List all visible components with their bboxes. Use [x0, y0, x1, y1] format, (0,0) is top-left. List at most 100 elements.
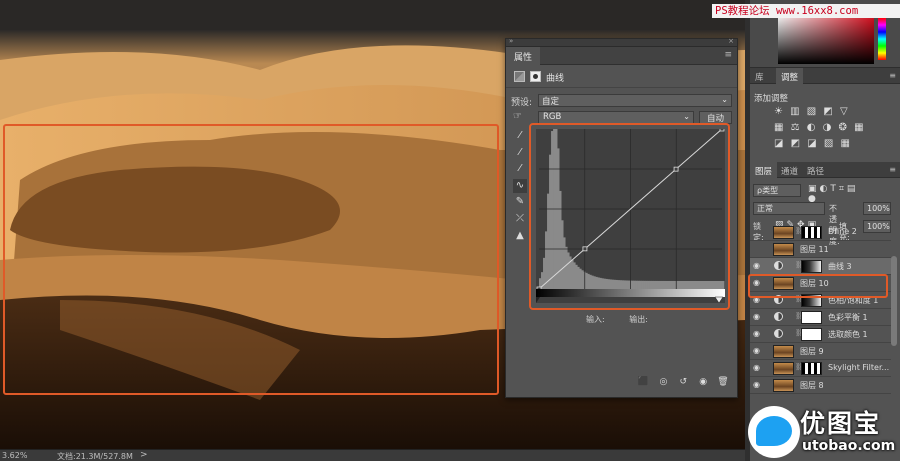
layer-mask-thumbnail[interactable]: [801, 328, 822, 341]
selected-layer-highlight-frame: [748, 274, 888, 298]
panel-menu-icon[interactable]: ≡: [889, 71, 896, 80]
reset-icon[interactable]: ↺: [676, 377, 691, 389]
layer-thumbnail: [773, 345, 794, 358]
adjustment-layer-icon: [774, 329, 783, 338]
opacity-field[interactable]: 100%: [863, 202, 891, 215]
canvas-highlight-frame: [3, 124, 499, 395]
color-picker-field[interactable]: [778, 14, 874, 64]
delete-icon[interactable]: 🗑: [716, 377, 731, 389]
layer-name: 选取颜色 1: [828, 330, 868, 339]
visibility-eye-icon[interactable]: ◉: [753, 363, 760, 372]
layer-mask-icon[interactable]: [530, 71, 541, 82]
layer-row[interactable]: ◉ ⛓ Skylight Filter...: [750, 360, 891, 377]
curve-control-point[interactable]: [673, 166, 679, 172]
tab-layers[interactable]: 图层: [750, 162, 778, 178]
filter-icons[interactable]: ▣◐T⌗▤ ●: [808, 184, 858, 204]
properties-panel: » × 属性 ≡ 曲线 预设: 自定 ⌄ ☞ RGB ⌄ 自动 ⁄ ⁄ ⁄ ∿ …: [505, 37, 738, 398]
layer-row[interactable]: ⛓ Dfine 2: [750, 224, 891, 241]
output-label: 输出:: [629, 315, 648, 324]
channel-value: RGB: [543, 112, 562, 122]
layer-filter-select[interactable]: ρ类型: [753, 184, 801, 197]
status-bar: 3.62% 文档:21.3M/527.8M >: [0, 449, 745, 461]
layer-name: 图层 11: [800, 245, 829, 254]
tab-channels[interactable]: 通道: [776, 162, 803, 178]
layer-name: 图层 9: [800, 347, 824, 356]
adjustment-title: 曲线: [546, 74, 565, 84]
adjustment-icons-row-2[interactable]: ▦ ⚖ ◐ ◑ ❂ ▦: [774, 122, 866, 133]
close-panel-icon[interactable]: ×: [728, 37, 734, 45]
curves-tools: ⁄ ⁄ ⁄ ∿ ✎ ⤫ ▲: [513, 129, 527, 245]
layer-mask-thumbnail[interactable]: [801, 311, 822, 324]
clip-to-layer-icon[interactable]: ⬛: [636, 377, 651, 389]
properties-footer: ⬛ ◎ ↺ ◉ 🗑: [636, 377, 736, 391]
adjustment-layer-icon: [774, 312, 783, 321]
layer-mask-thumbnail[interactable]: [801, 260, 822, 273]
layer-thumbnail: [773, 362, 794, 375]
smooth-icon[interactable]: ⤫: [513, 212, 527, 226]
visibility-eye-icon[interactable]: ◉: [753, 380, 760, 389]
layer-thumbnail: [773, 379, 794, 392]
chevron-down-icon: ⌄: [683, 112, 690, 121]
gray-eyedropper-icon[interactable]: ⁄: [513, 146, 527, 160]
histogram-bar: [722, 280, 725, 289]
chevron-down-icon: ⌄: [721, 95, 728, 104]
visibility-eye-icon[interactable]: ◉: [753, 261, 760, 270]
white-eyedropper-icon[interactable]: ⁄: [513, 162, 527, 176]
preset-select[interactable]: 自定 ⌄: [538, 94, 732, 107]
zoom-level[interactable]: 3.62%: [2, 451, 27, 460]
right-dock: 库 调整 ≡ 添加调整 ☀ ▥ ▧ ◩ ▽ ▦ ⚖ ◐ ◑ ❂ ▦ ◪ ◩ ◪ …: [750, 0, 900, 461]
add-adjustment-title: 添加调整: [754, 94, 789, 104]
curve-control-point[interactable]: [719, 129, 725, 132]
site-watermark: PS教程论坛 www.16xx8.com: [712, 4, 900, 18]
preset-value: 自定: [542, 97, 560, 107]
panel-menu-icon[interactable]: ≡: [724, 50, 732, 60]
bird-logo-icon: [748, 406, 800, 458]
preset-label: 预设:: [511, 98, 533, 108]
layer-name: Dfine 2: [828, 227, 857, 236]
layer-mask-thumbnail[interactable]: [801, 362, 822, 375]
adjustment-icons-row-3[interactable]: ◪ ◩ ◪ ▨ ▦: [774, 138, 852, 149]
layer-row[interactable]: ◉ ⛓ 曲线 3: [750, 258, 891, 275]
layer-row[interactable]: ◉ ⛓ 色彩平衡 1: [750, 309, 891, 326]
utobao-logo: 优图宝 utobao.com: [748, 400, 900, 461]
visibility-icon[interactable]: ◉: [696, 377, 711, 389]
layers-tabbar: 图层 通道 路径 ≡: [750, 162, 900, 178]
layer-thumbnail: [773, 243, 794, 256]
properties-tabbar: 属性 ≡: [506, 47, 737, 65]
visibility-eye-icon[interactable]: ◉: [753, 329, 760, 338]
curve-points-icon[interactable]: ∿: [513, 178, 527, 193]
blend-mode-select[interactable]: 正常: [753, 202, 825, 215]
visibility-eye-icon[interactable]: ◉: [753, 346, 760, 355]
tab-library[interactable]: 库: [750, 68, 769, 84]
hue-slider[interactable]: [878, 18, 886, 60]
curves-graph[interactable]: [536, 129, 725, 303]
tab-adjustments[interactable]: 调整: [776, 68, 804, 84]
layer-name: 色彩平衡 1: [828, 313, 868, 322]
layer-mask-thumbnail[interactable]: [801, 226, 822, 239]
tab-paths[interactable]: 路径: [802, 162, 829, 178]
clipping-warning-icon[interactable]: ▲: [513, 229, 527, 243]
on-image-adjust-icon[interactable]: ☞: [513, 111, 522, 122]
panel-menu-icon[interactable]: ≡: [889, 165, 896, 174]
layer-row[interactable]: ◉ 图层 8: [750, 377, 891, 394]
document-size: 文档:21.3M/527.8M: [57, 452, 133, 461]
layer-row[interactable]: ◉ ⛓ 选取颜色 1: [750, 326, 891, 343]
layer-row[interactable]: 图层 11: [750, 241, 891, 258]
status-menu-arrow[interactable]: >: [140, 450, 148, 460]
visibility-eye-icon[interactable]: ◉: [753, 312, 760, 321]
adjustment-icons-row-1[interactable]: ☀ ▥ ▧ ◩ ▽: [774, 106, 850, 117]
curves-adjustment-icon: [514, 71, 525, 82]
collapse-icon[interactable]: »: [509, 37, 513, 45]
view-previous-icon[interactable]: ◎: [656, 377, 671, 389]
tab-properties[interactable]: 属性: [506, 47, 541, 65]
panel-drag-bar[interactable]: » ×: [506, 37, 737, 47]
layers-scrollbar[interactable]: [891, 256, 897, 346]
filter-label: ρ类型: [757, 186, 779, 195]
logo-url: utobao.com: [802, 438, 896, 454]
black-eyedropper-icon[interactable]: ⁄: [513, 129, 527, 143]
curve-control-point[interactable]: [582, 246, 588, 252]
pencil-icon[interactable]: ✎: [513, 195, 527, 209]
layer-row[interactable]: ◉ 图层 9: [750, 343, 891, 360]
layer-name: Skylight Filter...: [828, 363, 890, 372]
adjustment-layer-icon: [774, 261, 783, 270]
